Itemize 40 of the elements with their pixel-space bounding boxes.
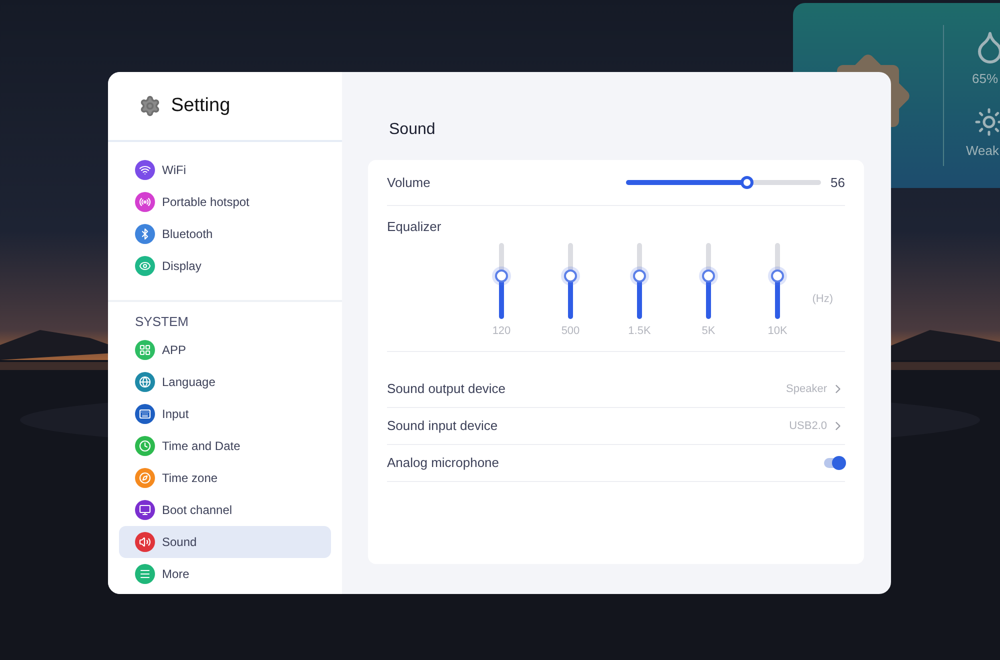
humidity-reading: 65% [972,70,998,88]
volume-reading: 56 [830,174,845,192]
sidebar-item[interactable]: WiFi [119,154,331,186]
page-title: Sound [389,120,436,140]
setting-row[interactable]: Sound input device USB2.0 [387,408,845,445]
equalizer-label: Equalizer [387,218,442,236]
sidebar-item[interactable]: Boot channel [119,494,331,526]
sidebar-item[interactable]: Input [119,398,331,430]
sidebar-item[interactable]: Bluetooth [119,218,331,250]
sidebar-item[interactable]: APP [119,334,331,366]
equalizer-slider[interactable] [632,242,646,318]
band-label: 120 [492,324,511,338]
sidebar-item[interactable]: Portable hotspot [119,186,331,218]
sidebar-title: Setting [171,94,230,118]
volume-label: Volume [387,174,432,192]
row-value: Speaker [786,382,827,397]
unit-label: (Hz) [812,292,833,306]
uv-icon [974,106,1000,136]
equalizer-slider[interactable] [564,242,578,318]
sidebar-item[interactable]: Language [119,366,331,398]
band-label: 5K [702,324,716,338]
setting-row[interactable]: Analog microphone [387,445,845,482]
band-label: 10K [768,324,788,338]
row-value: USB2.0 [789,418,827,434]
toggle-switch[interactable] [824,458,844,468]
sidebar-item[interactable]: Display [119,250,331,282]
settings-icon [139,95,161,117]
sidebar-item[interactable]: More [119,558,331,590]
equalizer-slider[interactable] [770,242,784,318]
band-label: 500 [561,324,580,338]
sidebar-item[interactable]: Time zone [119,462,331,494]
band-label: 1.5K [628,324,651,338]
sidebar-item[interactable]: Time and Date [119,430,331,462]
setting-row[interactable]: Sound output device Speaker [387,371,845,408]
equalizer-slider[interactable] [494,242,508,318]
volume-slider[interactable] [626,176,821,190]
sidebar-item[interactable]: Sound [119,526,331,558]
section-heading: SYSTEM [134,313,190,331]
equalizer-slider[interactable] [702,242,716,318]
uv-reading: Weak [966,142,999,160]
